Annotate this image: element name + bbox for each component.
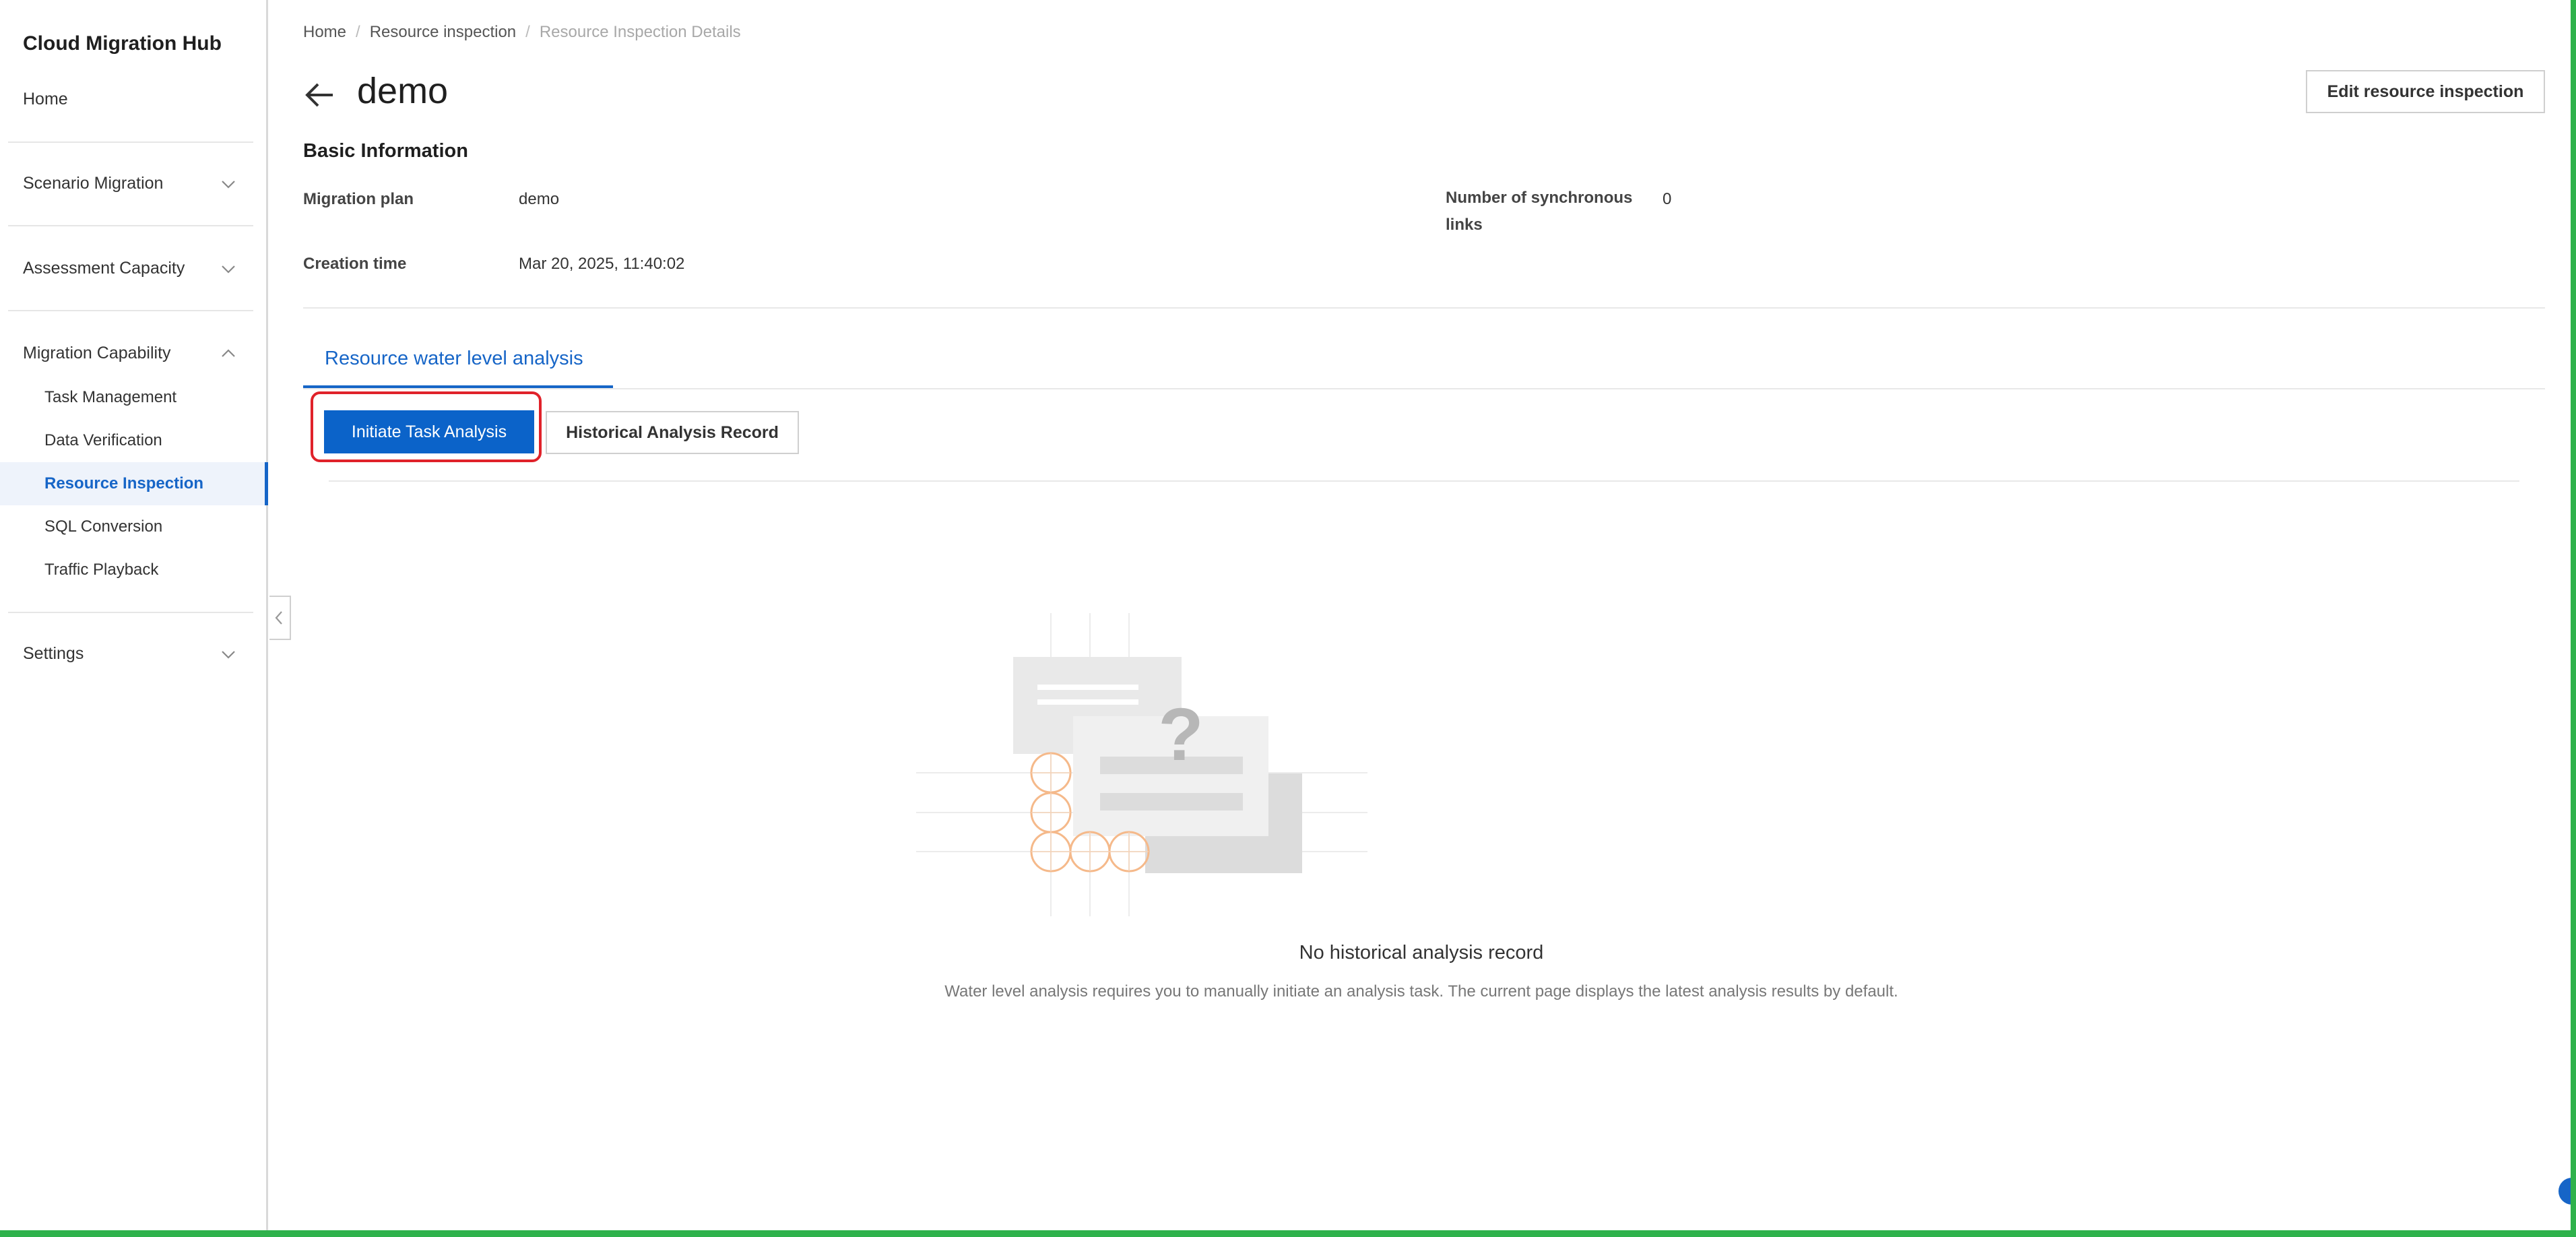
- empty-state-description: Water level analysis requires you to man…: [944, 982, 1898, 1001]
- breadcrumb: Home / Resource inspection / Resource Inspec…: [303, 23, 741, 42]
- migration-plan-label: Migration plan: [303, 190, 414, 208]
- sidebar-item-home[interactable]: Home: [23, 90, 68, 109]
- sidebar-divider: [8, 225, 253, 226]
- window-frame-bottom: [0, 1230, 2576, 1237]
- chevron-down-icon: [222, 651, 235, 659]
- sync-links-value: 0: [1663, 190, 1672, 208]
- creation-time-value: Mar 20, 2025, 11:40:02: [519, 255, 685, 273]
- sync-links-label: Number of synchronous links: [1446, 189, 1632, 239]
- empty-state-title: No historical analysis record: [1299, 942, 1544, 963]
- breadcrumb-separator: /: [525, 23, 530, 41]
- historical-analysis-record-button[interactable]: Historical Analysis Record: [546, 411, 799, 454]
- chevron-down-icon: [222, 181, 235, 189]
- sidebar-group-migration-capability[interactable]: Migration Capability: [23, 344, 245, 363]
- sidebar-item-task-management[interactable]: Task Management: [44, 388, 176, 407]
- sync-links-label-line2: links: [1446, 216, 1483, 234]
- sidebar-divider: [8, 612, 253, 613]
- sidebar-item-sql-conversion[interactable]: SQL Conversion: [44, 517, 162, 536]
- sidebar-item-resource-inspection[interactable]: Resource Inspection: [44, 474, 203, 493]
- tab-bar-divider: [303, 388, 2545, 389]
- breadcrumb-current: Resource Inspection Details: [539, 23, 741, 41]
- sidebar-divider: [8, 310, 253, 311]
- sidebar-group-label: Settings: [23, 644, 84, 663]
- breadcrumb-separator: /: [356, 23, 360, 41]
- edit-resource-inspection-button[interactable]: Edit resource inspection: [2306, 70, 2545, 113]
- sidebar: Cloud Migration Hub Home Scenario Migrat…: [0, 0, 268, 1230]
- sidebar-collapse-toggle[interactable]: [269, 596, 291, 640]
- sidebar-item-data-verification[interactable]: Data Verification: [44, 431, 162, 450]
- section-divider: [303, 307, 2545, 309]
- sidebar-group-assessment-capacity[interactable]: Assessment Capacity: [23, 259, 245, 278]
- chevron-left-icon: [275, 611, 282, 625]
- sidebar-group-scenario-migration[interactable]: Scenario Migration: [23, 174, 245, 193]
- creation-time-label: Creation time: [303, 255, 407, 273]
- sidebar-group-label: Migration Capability: [23, 344, 171, 362]
- sidebar-group-settings[interactable]: Settings: [23, 644, 245, 664]
- window-frame-right: [2571, 0, 2576, 1237]
- sidebar-divider: [8, 141, 253, 143]
- empty-state-illustration: ?: [916, 613, 1367, 916]
- basic-information-title: Basic Information: [303, 140, 468, 162]
- sync-links-label-line1: Number of synchronous: [1446, 189, 1633, 207]
- migration-plan-value: demo: [519, 190, 560, 208]
- sidebar-item-traffic-playback[interactable]: Traffic Playback: [44, 561, 158, 579]
- back-arrow-icon[interactable]: [303, 80, 337, 110]
- highlight-annotation: [311, 391, 542, 462]
- sidebar-active-indicator: [265, 462, 268, 505]
- tab-resource-water-level-analysis[interactable]: Resource water level analysis: [303, 337, 613, 388]
- content-divider: [329, 480, 2519, 482]
- app-title: Cloud Migration Hub: [23, 32, 222, 55]
- tab-label: Resource water level analysis: [325, 348, 583, 369]
- sidebar-group-label: Scenario Migration: [23, 174, 164, 193]
- page-title: demo: [357, 71, 449, 111]
- breadcrumb-resource-inspection[interactable]: Resource inspection: [370, 23, 516, 41]
- chevron-up-icon: [222, 349, 235, 357]
- sidebar-group-label: Assessment Capacity: [23, 259, 185, 278]
- chevron-down-icon: [222, 265, 235, 274]
- svg-text:?: ?: [1158, 693, 1203, 776]
- breadcrumb-home[interactable]: Home: [303, 23, 346, 41]
